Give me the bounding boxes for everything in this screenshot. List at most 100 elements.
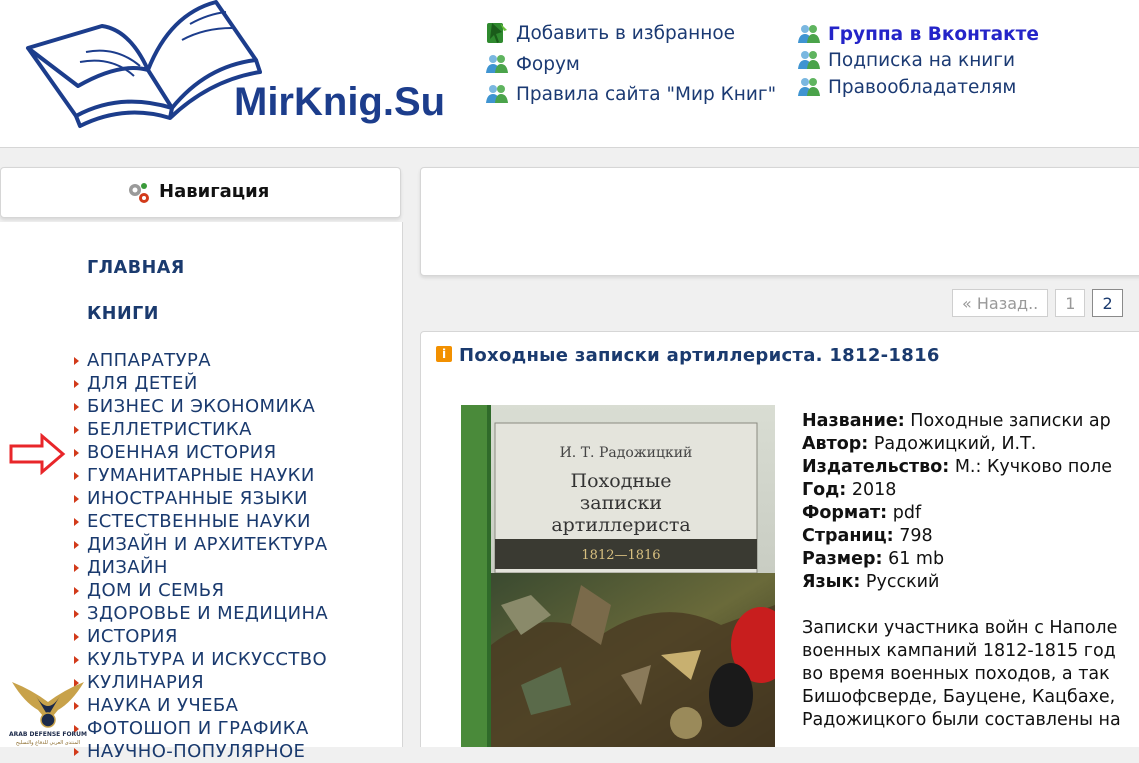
vk-group-link[interactable]: Группа в Вконтакте bbox=[796, 21, 1039, 47]
gears-icon bbox=[129, 183, 149, 203]
bullet-arrow-icon bbox=[74, 587, 79, 595]
category-item-military-history[interactable]: ВОЕННАЯ ИСТОРИЯ bbox=[73, 441, 328, 464]
category-label: ГУМАНИТАРНЫЕ НАУКИ bbox=[87, 465, 315, 486]
page-button-2[interactable]: 2 bbox=[1092, 289, 1123, 317]
home-link[interactable]: ГЛАВНАЯ bbox=[87, 258, 185, 278]
category-label: ЗДОРОВЬЕ И МЕДИЦИНА bbox=[87, 603, 329, 624]
copyright-holders-link[interactable]: Правообладателям bbox=[796, 74, 1016, 100]
description-line: во время военных походов, а так bbox=[802, 664, 1110, 684]
category-item[interactable]: ДИЗАЙН bbox=[73, 556, 328, 579]
category-label: ФОТОШОП И ГРАФИКА bbox=[87, 718, 309, 739]
category-label: НАУЧНО-ПОПУЛЯРНОЕ bbox=[87, 741, 306, 762]
detail-row-year: Год: 2018 bbox=[802, 480, 897, 500]
open-book-icon bbox=[26, 0, 262, 128]
detail-row-title: Название: Походные записки ар bbox=[802, 411, 1111, 431]
users-icon bbox=[796, 21, 822, 47]
category-label: ДЛЯ ДЕТЕЙ bbox=[87, 373, 198, 394]
bullet-arrow-icon bbox=[74, 541, 79, 549]
bullet-arrow-icon bbox=[74, 403, 79, 411]
category-item[interactable]: ГУМАНИТАРНЫЕ НАУКИ bbox=[73, 464, 328, 487]
users-icon bbox=[484, 51, 510, 77]
forum-link[interactable]: Форум bbox=[484, 51, 580, 77]
bullet-arrow-icon bbox=[74, 748, 79, 756]
detail-row-pages: Страниц: 798 bbox=[802, 526, 933, 546]
description-line: Радожицкого были составлены на bbox=[802, 710, 1121, 730]
bullet-arrow-icon bbox=[74, 357, 79, 365]
content-top-box bbox=[420, 167, 1139, 276]
category-item[interactable]: НАУКА И УЧЕБА bbox=[73, 694, 328, 717]
books-link[interactable]: КНИГИ bbox=[87, 304, 159, 324]
category-item[interactable]: ЗДОРОВЬЕ И МЕДИЦИНА bbox=[73, 602, 328, 625]
category-item[interactable]: ИНОСТРАННЫЕ ЯЗЫКИ bbox=[73, 487, 328, 510]
category-item[interactable]: КУЛИНАРИЯ bbox=[73, 671, 328, 694]
category-label: ВОЕННАЯ ИСТОРИЯ bbox=[87, 442, 277, 463]
users-icon bbox=[796, 74, 822, 100]
category-item[interactable]: ДИЗАЙН И АРХИТЕКТУРА bbox=[73, 533, 328, 556]
add-favorites-label: Добавить в избранное bbox=[516, 22, 736, 44]
category-label: КУЛИНАРИЯ bbox=[87, 672, 205, 693]
site-rules-label: Правила сайта "Мир Книг" bbox=[516, 83, 777, 105]
add-favorites-link[interactable]: Добавить в избранное bbox=[484, 20, 735, 46]
watermark-text-ar: المنتدى العربي للدفاع والتسليح bbox=[16, 740, 80, 746]
category-label: ИНОСТРАННЫЕ ЯЗЫКИ bbox=[87, 488, 308, 509]
category-label: НАУКА И УЧЕБА bbox=[87, 695, 239, 716]
category-item[interactable]: БЕЛЛЕТРИСТИКА bbox=[73, 418, 328, 441]
article-header: i Походные записки артиллериста. 1812-18… bbox=[420, 331, 1139, 379]
site-logo[interactable]: MirKnig.Su bbox=[20, 0, 450, 140]
subscription-link[interactable]: Подписка на книги bbox=[796, 47, 1015, 73]
category-list: АППАРАТУРА ДЛЯ ДЕТЕЙ БИЗНЕС И ЭКОНОМИКА … bbox=[73, 349, 328, 763]
sidebar: ГЛАВНАЯ КНИГИ АППАРАТУРА ДЛЯ ДЕТЕЙ БИЗНЕ… bbox=[0, 222, 403, 762]
site-rules-link[interactable]: Правила сайта "Мир Книг" bbox=[484, 81, 776, 107]
bullet-arrow-icon bbox=[74, 656, 79, 664]
bullet-arrow-icon bbox=[74, 610, 79, 618]
category-item[interactable]: БИЗНЕС И ЭКОНОМИКА bbox=[73, 395, 328, 418]
cover-title-line: Походные bbox=[571, 470, 672, 492]
bullet-arrow-icon bbox=[74, 633, 79, 641]
bullet-arrow-icon bbox=[74, 449, 79, 457]
copyright-holders-label: Правообладателям bbox=[828, 76, 1017, 98]
category-item[interactable]: КУЛЬТУРА И ИСКУССТВО bbox=[73, 648, 328, 671]
description-line: Записки участника войн с Наполе bbox=[802, 618, 1118, 638]
detail-row-language: Язык: Русский bbox=[802, 572, 940, 592]
category-label: ЕСТЕСТВЕННЫЕ НАУКИ bbox=[87, 511, 311, 532]
bookmark-icon bbox=[484, 20, 510, 46]
eagle-emblem-icon: ARAB DEFENSE FORUM المنتدى العربي للدفاع… bbox=[9, 682, 87, 746]
forum-label: Форум bbox=[516, 53, 580, 75]
category-item[interactable]: НАУЧНО-ПОПУЛЯРНОЕ bbox=[73, 740, 328, 763]
watermark-text-en: ARAB DEFENSE FORUM bbox=[9, 731, 87, 738]
article-title[interactable]: Походные записки артиллериста. 1812-1816 bbox=[459, 345, 940, 366]
arab-defense-forum-watermark: ARAB DEFENSE FORUM المنتدى العربي للدفاع… bbox=[6, 676, 90, 747]
description-line: военных кампаний 1812-1815 год bbox=[802, 641, 1116, 661]
navigation-title: Навигация bbox=[159, 181, 270, 202]
cover-author: И. Т. Радожицкий bbox=[560, 445, 693, 461]
info-icon: i bbox=[436, 346, 452, 362]
detail-row-author: Автор: Радожицкий, И.Т. bbox=[802, 434, 1037, 454]
bullet-arrow-icon bbox=[74, 495, 79, 503]
category-item[interactable]: ДОМ И СЕМЬЯ bbox=[73, 579, 328, 602]
navigation-header: Навигация bbox=[0, 167, 401, 218]
category-label: БЕЛЛЕТРИСТИКА bbox=[87, 419, 252, 440]
book-cover-art: И. Т. Радожицкий Походные записки артилл… bbox=[461, 405, 775, 747]
bullet-arrow-icon bbox=[74, 426, 79, 434]
bullet-arrow-icon bbox=[74, 380, 79, 388]
book-details: Название: Походные записки ар Автор: Рад… bbox=[802, 410, 1139, 594]
cover-title-line: записки bbox=[580, 492, 662, 514]
detail-row-publisher: Издательство: М.: Кучково поле bbox=[802, 457, 1113, 477]
logo-text: MirKnig.Su bbox=[234, 80, 446, 124]
vk-group-label: Группа в Вконтакте bbox=[828, 23, 1039, 45]
category-item[interactable]: АППАРАТУРА bbox=[73, 349, 328, 372]
category-label: ДИЗАЙН bbox=[87, 557, 168, 578]
category-label: АППАРАТУРА bbox=[87, 350, 211, 371]
site-header: MirKnig.Su Добавить в избранное Форум Пр… bbox=[0, 0, 1139, 148]
category-item[interactable]: ИСТОРИЯ bbox=[73, 625, 328, 648]
category-item[interactable]: ЕСТЕСТВЕННЫЕ НАУКИ bbox=[73, 510, 328, 533]
category-item[interactable]: ДЛЯ ДЕТЕЙ bbox=[73, 372, 328, 395]
cover-title-line: артиллериста bbox=[551, 514, 690, 536]
category-item[interactable]: ФОТОШОП И ГРАФИКА bbox=[73, 717, 328, 740]
prev-page-button[interactable]: « Назад.. bbox=[952, 289, 1049, 317]
book-cover-image[interactable]: И. Т. Радожицкий Походные записки артилл… bbox=[461, 405, 775, 747]
description-line: Бишофсверде, Бауцене, Кацбахе, bbox=[802, 687, 1116, 707]
page-button-1[interactable]: 1 bbox=[1055, 289, 1086, 317]
category-label: ИСТОРИЯ bbox=[87, 626, 178, 647]
red-arrow-icon bbox=[9, 433, 66, 475]
